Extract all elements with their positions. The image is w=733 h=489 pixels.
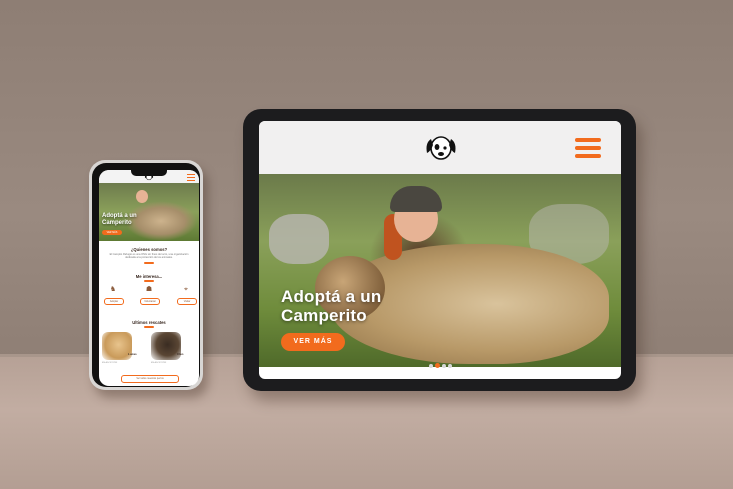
rescue-name: Lucas (128, 352, 137, 356)
phone-screen: Adoptá a un Camperito VER MÁS ¿Quienes s… (99, 170, 199, 386)
phone-bezel: Adoptá a un Camperito VER MÁS ¿Quienes s… (92, 163, 200, 387)
carousel-dot[interactable] (448, 364, 452, 368)
hero-banner: Adoptá a un Camperito VER MÁS (259, 174, 621, 368)
interests-divider (144, 280, 154, 282)
phone-hero-banner: Adoptá a un Camperito VER MÁS (99, 183, 199, 241)
about-divider (144, 262, 154, 264)
hero-rock (269, 214, 329, 264)
tablet-device: Adoptá a un Camperito VER MÁS (243, 109, 636, 391)
ver-mas-button[interactable]: VER MÁS (281, 333, 345, 351)
carousel-dot[interactable] (429, 364, 433, 368)
rescues-divider (144, 326, 154, 328)
site-header (259, 121, 621, 174)
hero-girl-beanie (390, 186, 442, 212)
hero-title: Adoptá a un Camperito (281, 287, 382, 325)
carousel-dot-active[interactable] (435, 363, 440, 368)
rescue-card[interactable]: Lucas EN ADOPCIÓN (102, 332, 140, 364)
adopt-icon: ♞ (109, 286, 117, 293)
all-dogs-button[interactable]: Ver todos nuestros perros (121, 375, 179, 383)
hero-girl-face (136, 190, 148, 203)
dog-face-icon[interactable] (423, 131, 459, 163)
volunteer-icon: ☗ (145, 286, 153, 293)
hamburger-menu-icon[interactable] (575, 138, 601, 162)
rescues-title: Ultimos rescates (132, 320, 166, 325)
phone-ver-mas-button[interactable]: VER MÁS (102, 230, 122, 235)
phone-hero-title: Adoptá a un Camperito (102, 213, 137, 226)
rescue-status: EN ADOPCIÓN (151, 362, 167, 364)
rescue-card[interactable]: Cleo EN ADOPCIÓN (151, 332, 189, 364)
tablet-screen: Adoptá a un Camperito VER MÁS (259, 121, 621, 379)
rescue-status: EN ADOPCIÓN (102, 362, 118, 364)
about-text: El Campito Refugio es una ONG sin fines … (109, 253, 189, 260)
rescue-name: Cleo (177, 352, 184, 356)
visitar-button[interactable]: Visitar (177, 298, 197, 305)
about-title: ¿Quienes somos? (130, 247, 168, 252)
voluntariar-button[interactable]: Voluntariar (140, 298, 160, 305)
adoptar-button[interactable]: Adoptar (104, 298, 124, 305)
carousel-dots (429, 355, 454, 373)
phone-notch (131, 170, 167, 176)
hamburger-menu-icon[interactable] (187, 174, 195, 182)
carousel-dot[interactable] (442, 364, 446, 368)
interests-title: Me interesa... (135, 274, 163, 279)
visit-icon: ⌖ (184, 286, 188, 293)
phone-device: Adoptá a un Camperito VER MÁS ¿Quienes s… (89, 160, 203, 390)
